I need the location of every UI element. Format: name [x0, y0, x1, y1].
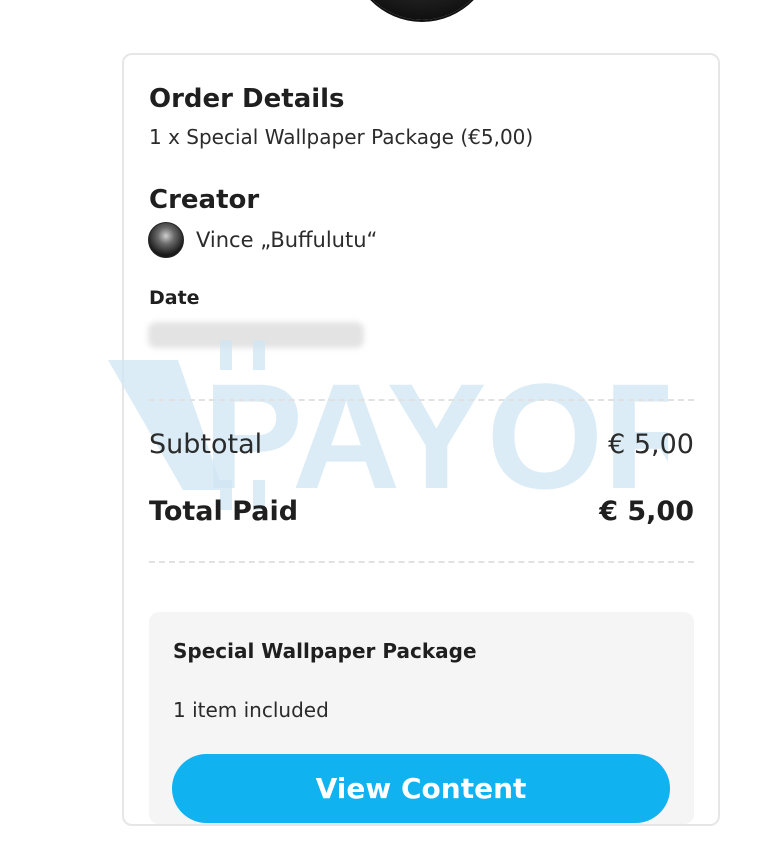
package-title: Special Wallpaper Package	[173, 639, 477, 663]
subtotal-label: Subtotal	[149, 429, 263, 460]
order-line-item: 1 x Special Wallpaper Package (€5,00)	[149, 125, 534, 149]
package-item-count: 1 item included	[173, 698, 329, 722]
view-content-button[interactable]: View Content	[172, 754, 670, 823]
date-label: Date	[149, 287, 200, 309]
total-paid-label: Total Paid	[149, 496, 299, 527]
order-details-title: Order Details	[149, 84, 345, 114]
subtotal-value: € 5,00	[608, 429, 694, 460]
total-paid-value: € 5,00	[599, 496, 694, 527]
date-value-blurred	[148, 322, 364, 348]
order-receipt-page: Order Details 1 x Special Wallpaper Pack…	[0, 0, 780, 848]
creator-row[interactable]: Vince „Buffulutu“	[148, 222, 377, 258]
creator-name[interactable]: Vince „Buffulutu“	[196, 228, 377, 252]
divider	[149, 561, 694, 563]
creator-profile-avatar	[350, 0, 494, 20]
creator-avatar[interactable]	[148, 222, 184, 258]
divider	[149, 399, 694, 401]
creator-title: Creator	[149, 185, 260, 215]
